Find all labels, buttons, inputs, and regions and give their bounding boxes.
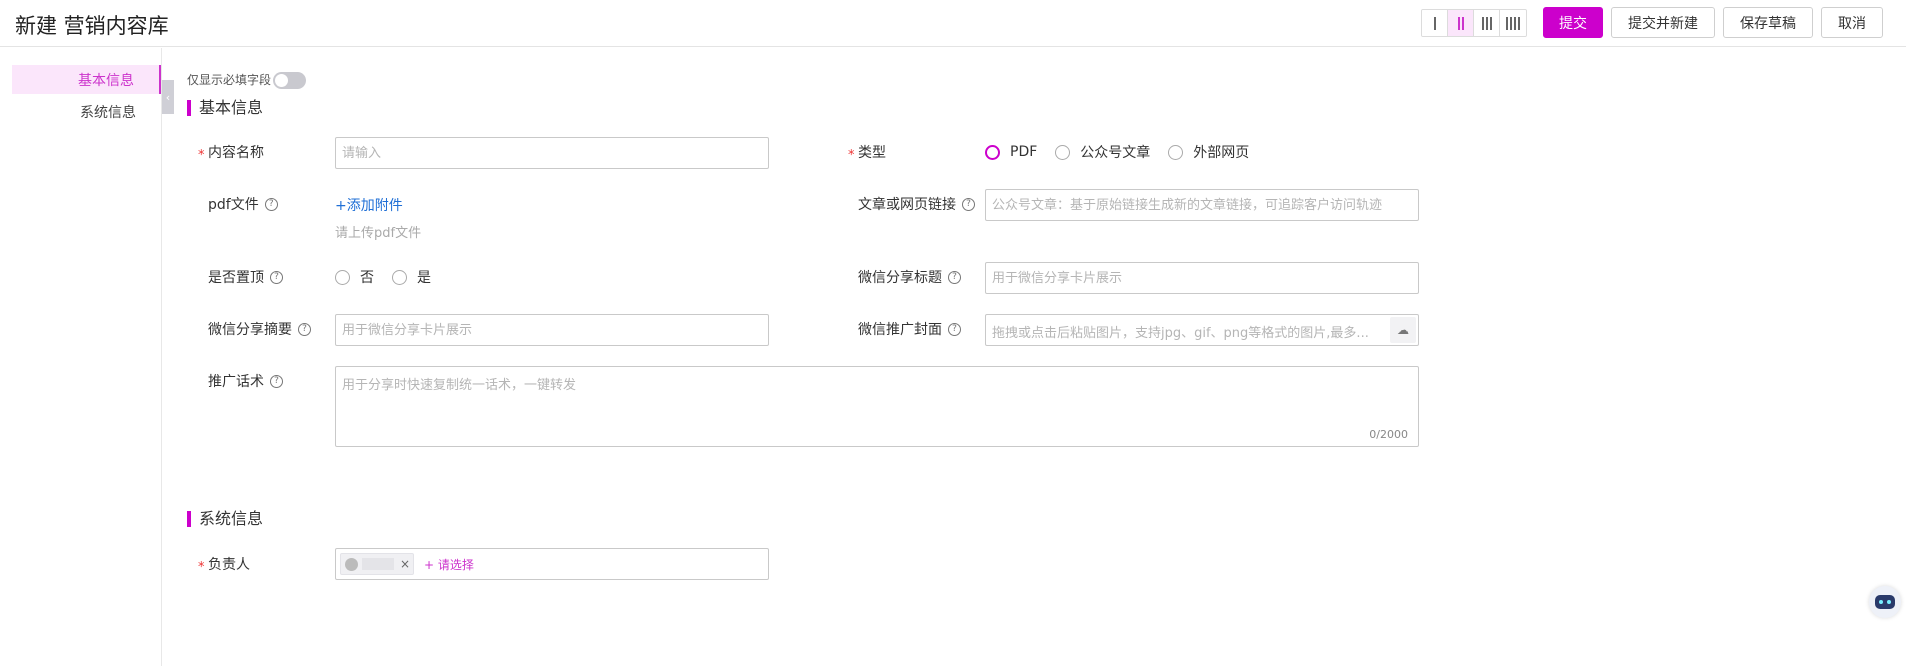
four-column-icon (1506, 16, 1520, 30)
wechat-title-input[interactable] (985, 262, 1419, 294)
sidebar-item-system-info[interactable]: 系统信息 (12, 97, 161, 126)
promo-script-label: 推广话术? (208, 371, 283, 391)
required-only-label: 仅显示必填字段 (187, 73, 272, 87)
three-column-icon (1481, 16, 1492, 30)
wechat-summary-input[interactable] (335, 314, 769, 346)
type-option-external-page[interactable]: 外部网页 (1168, 142, 1249, 162)
pin-top-label: 是否置顶? (208, 267, 283, 287)
wechat-summary-label: 微信分享摘要? (208, 319, 311, 339)
pdf-file-label: pdf文件? (208, 194, 278, 214)
article-link-label: 文章或网页链接? (858, 194, 975, 214)
help-icon[interactable]: ? (264, 197, 278, 211)
submit-button[interactable]: 提交 (1543, 7, 1603, 38)
required-marker: * (198, 148, 205, 163)
layout-3-column-button[interactable] (1474, 10, 1500, 36)
pin-top-radio-group: 否 是 (335, 267, 449, 287)
content-name-label: 内容名称 (208, 145, 264, 161)
robot-icon (1875, 595, 1895, 609)
one-column-icon (1433, 16, 1436, 30)
pin-top-option-yes[interactable]: 是 (392, 267, 431, 287)
switch-knob (275, 74, 288, 87)
char-counter: 0/2000 (1369, 428, 1408, 441)
pin-top-option-no[interactable]: 否 (335, 267, 374, 287)
page-header: 新建 营销内容库 提交 提交并新建 保存草稿 取消 (0, 0, 1906, 47)
required-marker: * (848, 148, 855, 163)
layout-4-column-button[interactable] (1500, 10, 1526, 36)
cover-upload-placeholder: 拖拽或点击后粘贴图片，支持jpg、gif、png等格式的图片,最多... (992, 326, 1369, 341)
help-icon[interactable]: ? (270, 270, 283, 284)
wechat-cover-upload[interactable]: 拖拽或点击后粘贴图片，支持jpg、gif、png等格式的图片,最多... ☁ (985, 314, 1419, 346)
promo-script-placeholder: 用于分享时快速复制统一话术，一键转发 (342, 378, 577, 393)
promo-script-textarea[interactable]: 用于分享时快速复制统一话术，一键转发 0/2000 (335, 366, 1419, 447)
help-icon[interactable]: ? (298, 322, 311, 336)
wechat-cover-label: 微信推广封面? (858, 319, 961, 339)
article-link-input[interactable] (985, 189, 1419, 221)
assistant-robot-button[interactable] (1869, 586, 1901, 618)
avatar (345, 557, 358, 571)
owner-label: 负责人 (208, 557, 250, 573)
add-attachment-link[interactable]: +添加附件 (335, 195, 403, 215)
owner-selector[interactable]: × + 请选择 (335, 548, 769, 580)
submit-and-new-button[interactable]: 提交并新建 (1611, 7, 1715, 38)
help-icon[interactable]: ? (962, 197, 975, 211)
content-name-input[interactable] (335, 137, 769, 169)
chevron-left-icon: ‹ (165, 90, 171, 104)
help-icon[interactable]: ? (948, 270, 961, 284)
type-label: 类型 (858, 145, 886, 161)
type-option-wechat-article[interactable]: 公众号文章 (1055, 142, 1150, 162)
type-radio-group: PDF 公众号文章 外部网页 (985, 142, 1267, 162)
help-icon[interactable]: ? (270, 374, 283, 388)
cancel-button[interactable]: 取消 (1821, 7, 1883, 38)
save-draft-button[interactable]: 保存草稿 (1723, 7, 1813, 38)
cloud-upload-icon[interactable]: ☁ (1390, 317, 1416, 343)
section-title-system: 系统信息 (187, 510, 263, 528)
required-only-switch[interactable] (273, 72, 306, 89)
sidebar-collapse-handle[interactable]: ‹ (162, 80, 174, 114)
section-nav-sidebar: 基本信息 系统信息 (0, 48, 162, 666)
help-icon[interactable]: ? (948, 322, 961, 336)
two-column-icon (1457, 16, 1464, 30)
required-marker: * (198, 560, 205, 575)
sidebar-item-basic-info[interactable]: 基本信息 (12, 65, 161, 94)
type-option-pdf[interactable]: PDF (985, 144, 1037, 160)
close-icon[interactable]: × (400, 557, 410, 571)
column-layout-switch (1421, 9, 1527, 37)
pdf-upload-hint: 请上传pdf文件 (335, 226, 422, 241)
add-owner-link[interactable]: + 请选择 (424, 556, 474, 573)
page-title: 新建 营销内容库 (15, 14, 169, 38)
layout-1-column-button[interactable] (1422, 10, 1448, 36)
wechat-title-label: 微信分享标题? (858, 267, 961, 287)
owner-name-redacted (362, 558, 394, 570)
section-title-basic: 基本信息 (187, 99, 263, 117)
owner-tag: × (340, 553, 414, 575)
layout-2-column-button[interactable] (1448, 10, 1474, 36)
